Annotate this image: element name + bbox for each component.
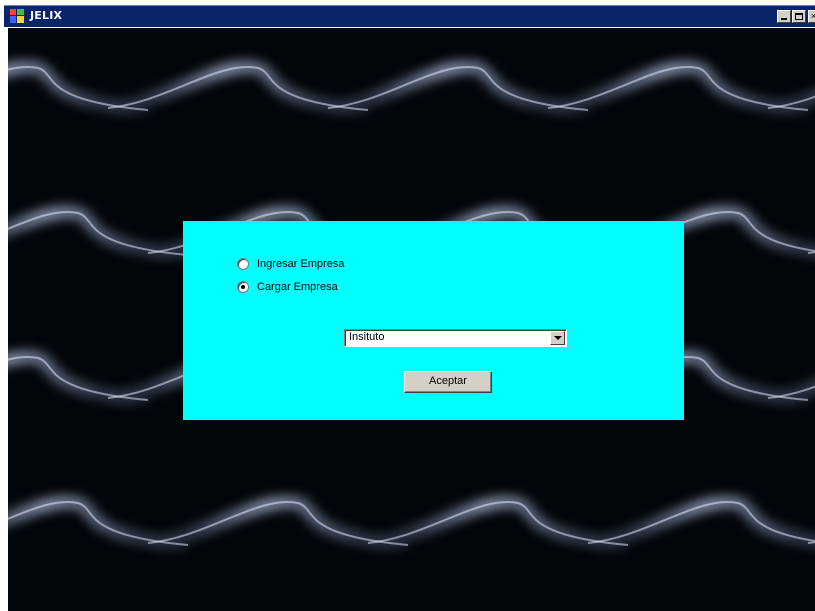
radio-button-icon[interactable] [237, 281, 249, 293]
combobox-value: Insituto [349, 331, 385, 343]
accept-button[interactable]: Aceptar [404, 371, 492, 393]
maximize-icon [795, 13, 803, 20]
app-icon [10, 9, 24, 23]
radio-ingresar-empresa[interactable]: Ingresar Empresa [237, 256, 344, 272]
radio-cargar-empresa[interactable]: Cargar Empresa [237, 279, 338, 295]
application-window: JELIX × [0, 0, 815, 611]
chevron-down-icon [554, 336, 562, 340]
window-title: JELIX [30, 9, 63, 22]
close-button[interactable]: × [808, 10, 815, 23]
minimize-icon [781, 18, 787, 20]
minimize-button[interactable] [777, 10, 791, 23]
radio-selected-dot-icon [241, 285, 245, 289]
title-bar[interactable]: JELIX × [4, 5, 815, 27]
dropdown-button[interactable] [550, 331, 565, 345]
wave-streak [807, 246, 815, 258]
radio-label: Cargar Empresa [257, 281, 338, 293]
company-dialog-panel: Ingresar Empresa Cargar Empresa Insituto… [183, 221, 684, 420]
maximize-button[interactable] [792, 10, 806, 23]
wave-streak [587, 497, 815, 548]
company-combobox[interactable]: Insituto [344, 329, 567, 347]
wave-streak [807, 536, 815, 548]
close-icon: × [811, 11, 815, 21]
radio-label: Ingresar Empresa [257, 258, 345, 270]
radio-button-icon[interactable] [237, 258, 249, 270]
